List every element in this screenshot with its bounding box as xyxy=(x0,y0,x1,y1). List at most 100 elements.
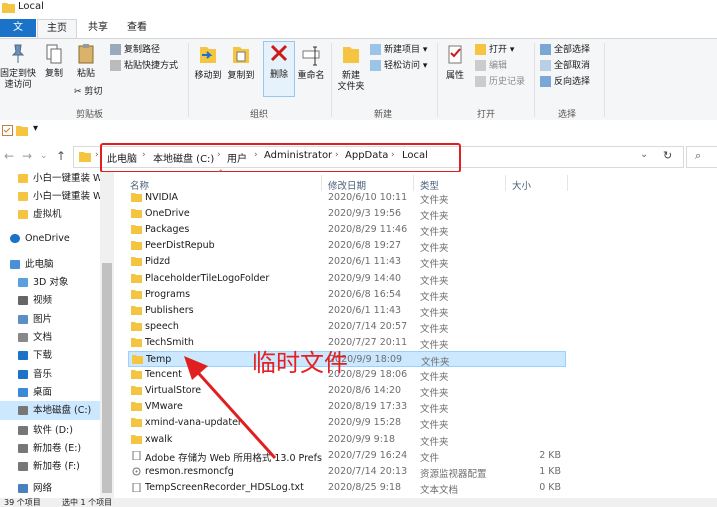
sidebar-item[interactable]: 新加卷 (F:) xyxy=(0,457,100,476)
sidebar-item-label: 小白一键重装 W xyxy=(33,173,100,184)
table-row[interactable]: speech 2020/7/14 20:57 文件夹 xyxy=(128,319,566,335)
file-date: 2020/6/8 16:54 xyxy=(328,289,402,300)
sidebar-item[interactable]: 新加卷 (E:) xyxy=(0,439,100,458)
sidebar-item[interactable]: 本地磁盘 (C:) xyxy=(0,401,100,420)
edit-icon xyxy=(475,60,486,71)
pin-to-quick-access-button[interactable]: 固定到快 速访问 xyxy=(0,43,36,91)
sort-up-icon: ⌃ xyxy=(217,169,225,179)
table-row[interactable]: OneDrive 2020/9/3 19:56 文件夹 xyxy=(128,206,566,222)
folder-icon xyxy=(2,3,15,13)
table-row[interactable]: resmon.resmoncfg 2020/7/14 20:13 资源监视器配置 1 … xyxy=(128,464,566,480)
chevron-right-icon[interactable]: › xyxy=(95,150,99,160)
table-row[interactable]: Packages 2020/8/29 11:46 文件夹 xyxy=(128,222,566,238)
search-icon[interactable]: ⌕ xyxy=(695,149,701,163)
ribbon-separator xyxy=(534,43,535,117)
history-label: 历史记录 xyxy=(489,77,526,87)
select-all-button[interactable]: 全部选择 xyxy=(540,44,590,56)
table-row[interactable]: PeerDistRepub 2020/6/8 19:27 文件夹 xyxy=(128,238,566,254)
table-row[interactable]: Pidzd 2020/6/1 11:43 文件夹 xyxy=(128,254,566,270)
file-name: PeerDistRepub xyxy=(145,240,215,251)
history-button[interactable]: 历史记录 xyxy=(475,76,525,88)
tab-home[interactable]: 主页 xyxy=(37,19,77,38)
file-type: 文件夹 xyxy=(420,388,449,399)
pin-icon xyxy=(11,44,25,63)
rename-button[interactable]: 重命名 xyxy=(294,43,328,82)
sidebar-item[interactable]: 小白一键重装 W xyxy=(0,187,100,206)
tab-share[interactable]: 共享 xyxy=(79,19,117,37)
edit-button[interactable]: 编辑 xyxy=(475,60,507,72)
sidebar-item[interactable]: 图片 xyxy=(0,310,100,329)
sidebar-item[interactable]: 下载 xyxy=(0,346,100,365)
sidebar-item[interactable]: 文档 xyxy=(0,328,100,347)
ribbon-tabs: 文件 主页 共享 查看 xyxy=(0,16,717,51)
tab-file[interactable]: 文件 xyxy=(0,19,36,51)
delete-button[interactable]: 删除 xyxy=(263,41,295,97)
checkbox-icon[interactable] xyxy=(2,125,13,136)
forward-arrow-icon[interactable]: → xyxy=(22,149,32,163)
table-row[interactable]: PlaceholderTileLogoFolder 2020/9/9 14:40 文… xyxy=(128,271,566,287)
cube-icon xyxy=(18,278,28,287)
refresh-icon[interactable]: ↻ xyxy=(663,149,672,162)
easy-access-button[interactable]: 轻松访问 ▾ xyxy=(370,60,427,72)
sidebar-item[interactable]: 小白一键重装 W xyxy=(0,169,100,188)
qat-dropdown-icon[interactable]: ▾ xyxy=(33,123,38,134)
paste-button[interactable]: 粘贴 xyxy=(72,43,100,80)
tab-view[interactable]: 查看 xyxy=(118,19,156,37)
sidebar-item[interactable]: 桌面 xyxy=(0,383,100,402)
table-row[interactable]: NVIDIA 2020/6/10 10:11 文件夹 xyxy=(128,190,566,206)
column-divider[interactable] xyxy=(413,175,414,191)
search-box[interactable]: ⌕ xyxy=(686,146,717,168)
paste-shortcut-button[interactable]: 粘贴快捷方式 xyxy=(110,60,178,72)
invert-selection-button[interactable]: 反向选择 xyxy=(540,76,590,88)
copy-to-icon xyxy=(233,47,249,63)
sidebar-item[interactable]: 网络 xyxy=(0,479,100,498)
file-date: 2020/7/29 16:24 xyxy=(328,450,408,461)
properties-button[interactable]: 属性 xyxy=(441,43,469,82)
select-none-button[interactable]: 全部取消 xyxy=(540,60,590,72)
column-divider[interactable] xyxy=(321,175,322,191)
new-folder-button[interactable]: 新建 文件夹 xyxy=(335,43,367,93)
file-date: 2020/7/14 20:57 xyxy=(328,321,408,332)
folder-icon xyxy=(18,192,28,201)
sidebar-item-label: 软件 (D:) xyxy=(33,425,73,436)
folder-icon[interactable] xyxy=(16,125,28,136)
folder-icon xyxy=(131,386,142,395)
delete-icon xyxy=(270,44,288,62)
open-button[interactable]: 打开 ▾ xyxy=(475,44,514,56)
back-arrow-icon[interactable]: ← xyxy=(4,149,14,163)
address-highlight-box xyxy=(100,143,461,173)
sidebar-item[interactable]: 虚拟机 xyxy=(0,205,100,224)
folder-icon xyxy=(131,225,142,234)
column-divider[interactable] xyxy=(567,175,568,191)
copy-to-button[interactable]: 复制到 xyxy=(225,43,257,82)
nav-scrollbar-thumb[interactable] xyxy=(102,263,112,493)
sidebar-item[interactable]: 3D 对象 xyxy=(0,273,100,292)
table-row[interactable]: TempScreenRecorder_HDSLog.txt 2020/8/25 9… xyxy=(128,480,566,496)
sidebar-item[interactable]: 音乐 xyxy=(0,365,100,384)
copy-button[interactable]: 复制 xyxy=(40,43,68,80)
folder-icon xyxy=(79,152,91,162)
copy-to-label: 复制到 xyxy=(227,71,255,81)
sidebar-item[interactable]: 视频 xyxy=(0,291,100,310)
sidebar-item[interactable]: 此电脑 xyxy=(0,255,100,274)
sidebar-item[interactable]: OneDrive xyxy=(0,229,100,248)
recent-dropdown-icon[interactable]: ⌄ xyxy=(40,151,48,161)
file-date: 2020/6/8 19:27 xyxy=(328,240,402,251)
cut-button[interactable]: ✂ 剪切 xyxy=(74,86,102,98)
drive-icon xyxy=(18,462,28,471)
copy-path-label: 复制路径 xyxy=(124,45,161,55)
table-row[interactable]: Publishers 2020/6/1 11:43 文件夹 xyxy=(128,303,566,319)
sidebar-item-label: 网络 xyxy=(33,483,53,494)
file-date: 2020/7/14 20:13 xyxy=(328,466,408,477)
document-icon xyxy=(18,333,28,342)
list-scrollbar[interactable] xyxy=(706,172,717,498)
chevron-down-icon[interactable]: ⌄ xyxy=(640,149,648,160)
move-to-button[interactable]: 移动到 xyxy=(192,43,224,82)
sidebar-item[interactable]: 软件 (D:) xyxy=(0,421,100,440)
folder-icon xyxy=(131,418,142,427)
table-row[interactable]: Programs 2020/6/8 16:54 文件夹 xyxy=(128,287,566,303)
column-divider[interactable] xyxy=(505,175,506,191)
up-arrow-icon[interactable]: ↑ xyxy=(56,149,66,163)
new-item-button[interactable]: 新建项目 ▾ xyxy=(370,44,427,56)
copy-path-button[interactable]: 复制路径 xyxy=(110,44,160,56)
